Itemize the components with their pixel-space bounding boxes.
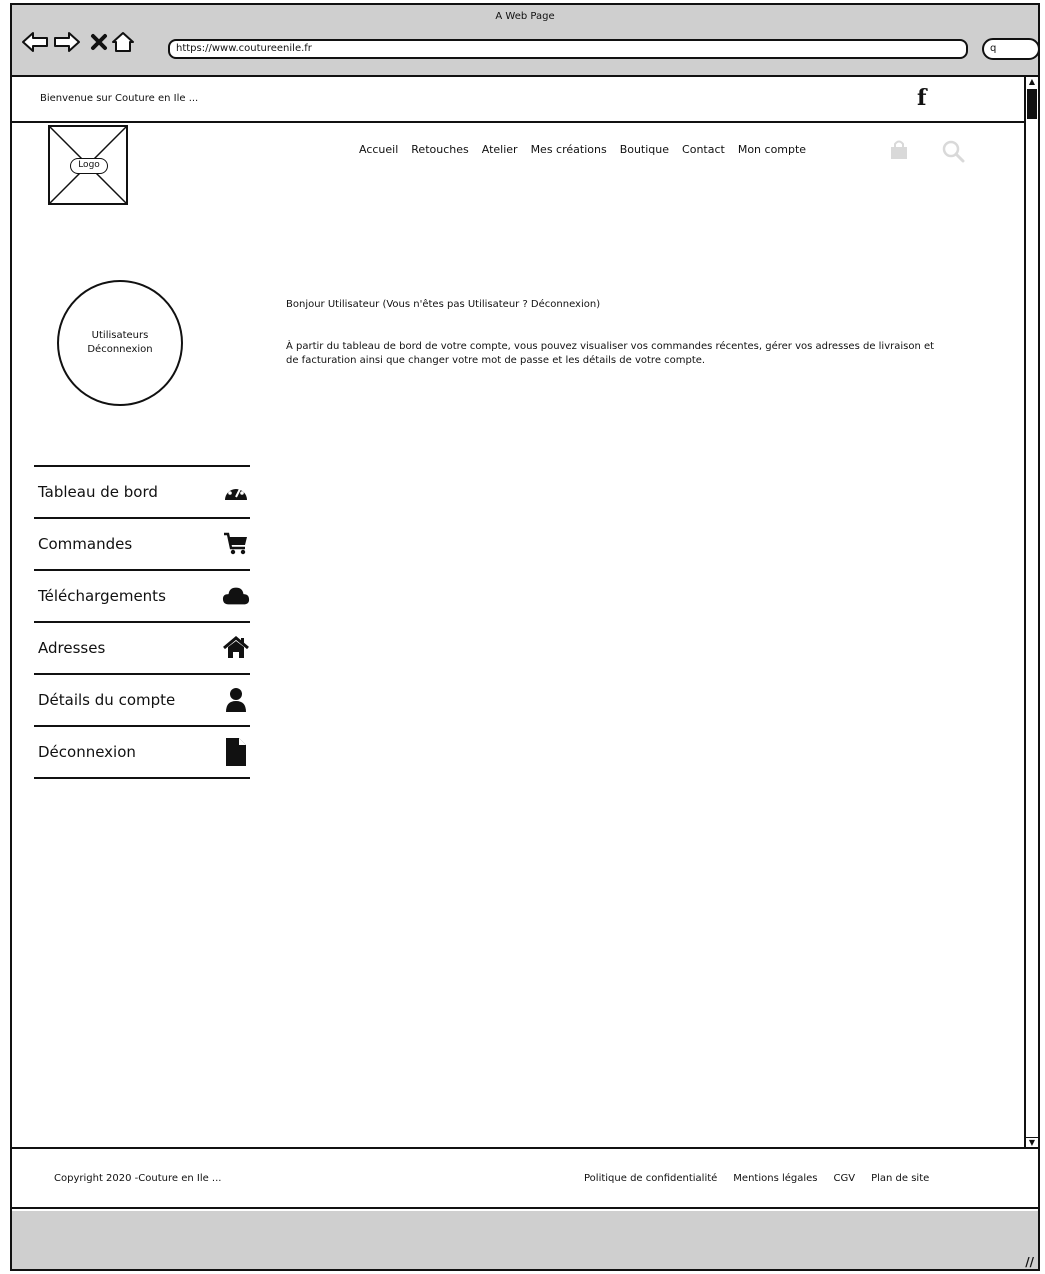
welcome-bar: Bienvenue sur Couture en Ile ... f: [12, 77, 1028, 123]
close-icon: [91, 34, 107, 50]
account-menu-label: Tableau de bord: [38, 483, 158, 501]
logo-label: Logo: [70, 158, 108, 174]
vertical-scrollbar[interactable]: ▲ ▼: [1024, 77, 1038, 1147]
search-icon[interactable]: [941, 139, 965, 167]
url-input[interactable]: https://www.coutureenile.fr: [168, 39, 968, 59]
forward-button[interactable]: [52, 27, 82, 57]
footer-link-cgv[interactable]: CGV: [834, 1173, 856, 1184]
account-menu-label: Déconnexion: [38, 743, 136, 761]
account-menu-label: Adresses: [38, 639, 106, 657]
nav-item-accueil[interactable]: Accueil: [359, 143, 398, 156]
nav-item-atelier[interactable]: Atelier: [482, 143, 518, 156]
account-menu-label: Commandes: [38, 535, 133, 553]
home-button[interactable]: [108, 27, 138, 57]
window-title: A Web Page: [495, 11, 555, 22]
site-footer: Copyright 2020 -Couture en Ile ... Polit…: [12, 1147, 1038, 1209]
scroll-up-icon[interactable]: ▲: [1026, 77, 1038, 87]
scroll-down-icon[interactable]: ▼: [1026, 1137, 1038, 1147]
cart-icon: [222, 530, 250, 558]
greeting-text: Bonjour Utilisateur (Vous n'êtes pas Uti…: [286, 299, 601, 310]
main-navigation: Accueil Retouches Atelier Mes créations …: [359, 143, 819, 156]
avatar-logout[interactable]: Déconnexion: [87, 343, 152, 357]
nav-item-contact[interactable]: Contact: [682, 143, 725, 156]
account-menu-item-addresses[interactable]: Adresses: [34, 623, 250, 673]
copyright-text: Copyright 2020 -Couture en Ile ...: [54, 1173, 222, 1184]
arrow-left-icon: [22, 32, 48, 52]
browser-status-bar: //: [12, 1211, 1038, 1269]
browser-toolbar: A Web Page https://www.coutureenile.fr q: [12, 5, 1038, 77]
home-icon: [222, 634, 250, 662]
browser-window: A Web Page https://www.coutureenile.fr q…: [10, 3, 1040, 1271]
account-menu-label: Détails du compte: [38, 691, 176, 709]
footer-link-privacy[interactable]: Politique de confidentialité: [584, 1173, 717, 1184]
account-menu-item-account-details[interactable]: Détails du compte: [34, 675, 250, 725]
document-icon: [222, 738, 250, 766]
facebook-icon[interactable]: f: [917, 85, 926, 111]
nav-item-boutique[interactable]: Boutique: [620, 143, 669, 156]
shopping-bag-icon[interactable]: [888, 139, 910, 165]
account-menu-item-downloads[interactable]: Téléchargements: [34, 571, 250, 621]
nav-item-mon-compte[interactable]: Mon compte: [738, 143, 806, 156]
footer-link-legal[interactable]: Mentions légales: [733, 1173, 817, 1184]
footer-link-sitemap[interactable]: Plan de site: [871, 1173, 929, 1184]
user-avatar[interactable]: Utilisateurs Déconnexion: [57, 280, 183, 406]
nav-item-mes-creations[interactable]: Mes créations: [531, 143, 607, 156]
menu-divider: [34, 777, 250, 779]
welcome-text: Bienvenue sur Couture en Ile ...: [40, 93, 199, 104]
nav-item-retouches[interactable]: Retouches: [411, 143, 468, 156]
back-button[interactable]: [20, 27, 50, 57]
account-menu-item-dashboard[interactable]: Tableau de bord: [34, 467, 250, 517]
account-menu-item-logout[interactable]: Déconnexion: [34, 727, 250, 777]
avatar-username: Utilisateurs: [91, 330, 149, 341]
arrow-right-icon: [54, 32, 80, 52]
home-outline-icon: [112, 32, 134, 52]
resize-grip-icon[interactable]: //: [1025, 1255, 1034, 1269]
dashboard-icon: [222, 478, 250, 506]
footer-links: Politique de confidentialité Mentions lé…: [584, 1173, 945, 1184]
site-logo[interactable]: Logo: [48, 125, 128, 205]
user-icon: [222, 686, 250, 714]
browser-search-input[interactable]: q: [982, 38, 1038, 60]
account-menu-label: Téléchargements: [38, 587, 166, 605]
scroll-thumb[interactable]: [1027, 89, 1037, 119]
account-menu: Tableau de bord Commandes Téléchargement…: [34, 465, 250, 779]
dashboard-intro: À partir du tableau de bord de votre com…: [286, 341, 935, 366]
account-menu-item-orders[interactable]: Commandes: [34, 519, 250, 569]
cloud-icon: [222, 582, 250, 610]
